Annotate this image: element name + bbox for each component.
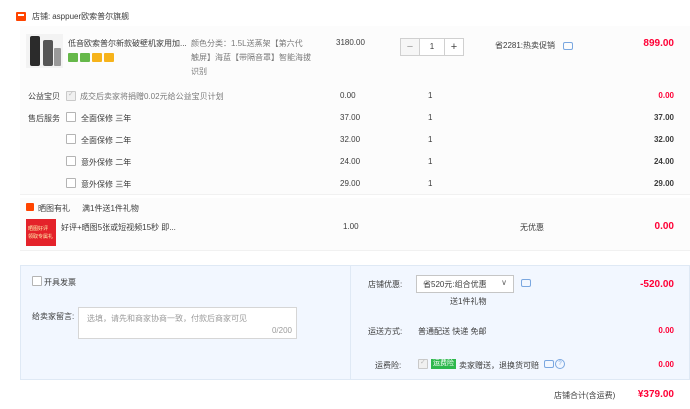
warranty-total: 29.00 (653, 179, 674, 188)
shipping-text: 普通配送 快递 免邮 (418, 327, 487, 336)
shop-discount-label: 店铺优惠: (368, 280, 403, 289)
freight-insurance-label: 运费险: (375, 361, 402, 370)
warranty-name: 意外保修 二年 (81, 158, 132, 167)
warranty-checkbox[interactable] (66, 112, 76, 122)
gift-thumbnail[interactable]: 晒图好评 领取专属礼 (26, 219, 56, 246)
gift-img-line: 领取专属礼 (28, 234, 54, 240)
store-total-amount: ¥379.00 (637, 389, 674, 400)
warranty-total: 24.00 (653, 157, 674, 166)
warranty-price: 32.00 (340, 135, 361, 144)
shop-discount-select[interactable]: 省520元:组合优惠 ∨ (416, 275, 514, 293)
store-total-label: 店铺合计(含运费) (554, 391, 616, 400)
gift-total: 0.00 (654, 221, 674, 232)
warranty-name: 全面保修 三年 (81, 114, 132, 123)
panel-divider (350, 266, 351, 380)
product-title-link[interactable]: 低音欧索普尔新款破壁机家用加... (68, 38, 187, 49)
charity-label: 公益宝贝 (28, 92, 60, 101)
quantity-stepper: − 1 + (400, 38, 464, 56)
warranty-qty: 1 (428, 135, 433, 144)
decrease-quantity-button[interactable]: − (400, 38, 420, 56)
order-items-panel (20, 26, 690, 195)
warranty-checkbox[interactable] (66, 134, 76, 144)
warranty-total: 32.00 (653, 135, 674, 144)
message-label: 给卖家留言: (32, 312, 75, 321)
shipping-amount: 0.00 (658, 326, 674, 335)
warranty-price: 24.00 (340, 157, 361, 166)
freight-insurance-amount: 0.00 (658, 360, 674, 369)
warranty-qty: 1 (428, 179, 433, 188)
freight-help-icon[interactable]: ? (555, 359, 565, 369)
warranty-total: 37.00 (653, 113, 674, 122)
store-label: 店铺: (32, 11, 51, 21)
charity-checkbox[interactable] (66, 90, 76, 101)
warranty-qty: 1 (428, 113, 433, 122)
freight-insurance-text: 卖家赠送，退换货可赔 (459, 361, 539, 370)
warranty-checkbox[interactable] (66, 156, 76, 166)
product-sku-line-1: 颜色分类：1.5L送蒸架【第六代 (191, 39, 303, 48)
gift-price: 1.00 (343, 222, 359, 231)
freight-insurance-tag: 运费险 (431, 359, 456, 369)
seller-message-input[interactable]: 选填，请先和商家协商一致，付款后商家可见 0/200 (78, 307, 297, 339)
quantity-input[interactable]: 1 (420, 38, 444, 56)
store-header: 店铺: asppuer欧索普尔旗舰 (16, 7, 129, 25)
invoice-label: 开具发票 (44, 278, 76, 287)
seven-day-return-icon (68, 53, 78, 62)
shopping-bag-icon (80, 53, 90, 62)
charity-price: 0.00 (340, 91, 356, 100)
warranty-name: 意外保修 三年 (81, 180, 132, 189)
promo-info-icon[interactable] (563, 42, 573, 50)
message-counter: 0/200 (271, 326, 292, 335)
charity-qty: 1 (428, 91, 433, 100)
charity-total: 0.00 (658, 91, 674, 100)
after-sales-label: 售后服务 (28, 114, 60, 123)
shop-discount-sub: 送1件礼物 (450, 297, 487, 306)
shipping-label: 运送方式: (368, 327, 403, 336)
invoice-checkbox[interactable] (32, 276, 42, 286)
product-total: 899.00 (643, 38, 674, 49)
gift-item-title-link[interactable]: 好评+晒图5张或短视频15秒 即... (61, 222, 176, 233)
message-placeholder: 选填，请先和商家协商一致，付款后商家可见 (87, 314, 247, 323)
product-sku-line-2: 触屏】海蓝【带隔音罩】智能海拔 (191, 53, 311, 62)
warranty-price: 37.00 (340, 113, 361, 122)
coupon-icon (104, 53, 114, 62)
product-promo: 省2281:热卖促销 (495, 41, 556, 50)
warranty-price: 29.00 (340, 179, 361, 188)
product-sku-line-3: 识别 (191, 67, 207, 76)
increase-quantity-button[interactable]: + (444, 38, 464, 56)
warranty-checkbox[interactable] (66, 178, 76, 188)
product-thumbnail[interactable] (26, 34, 63, 68)
shop-discount-amount: -520.00 (640, 279, 674, 290)
gift-tag-icon (26, 203, 34, 211)
gift-img-line: 晒图好评 (28, 226, 49, 232)
freight-chat-icon[interactable] (544, 360, 554, 368)
chevron-down-icon: ∨ (501, 278, 507, 287)
product-unit-price: 3180.00 (336, 38, 365, 47)
charity-text: 成交后卖家将捐赠0.02元给公益宝贝计划 (80, 92, 224, 101)
credit-card-icon (92, 53, 102, 62)
warranty-qty: 1 (428, 157, 433, 166)
warranty-name: 全面保修 二年 (81, 136, 132, 145)
discount-info-icon[interactable] (521, 279, 531, 287)
freight-insurance-checkbox[interactable] (418, 358, 428, 369)
shop-discount-selected: 省520元:组合优惠 (423, 280, 487, 289)
gift-discount: 无优惠 (520, 223, 544, 232)
store-name-link[interactable]: asppuer欧索普尔旗舰 (52, 11, 129, 22)
store-icon (16, 11, 26, 21)
gift-tag: 晒图有礼 (38, 204, 70, 213)
gift-header-text: 满1件送1件礼物 (82, 204, 139, 213)
